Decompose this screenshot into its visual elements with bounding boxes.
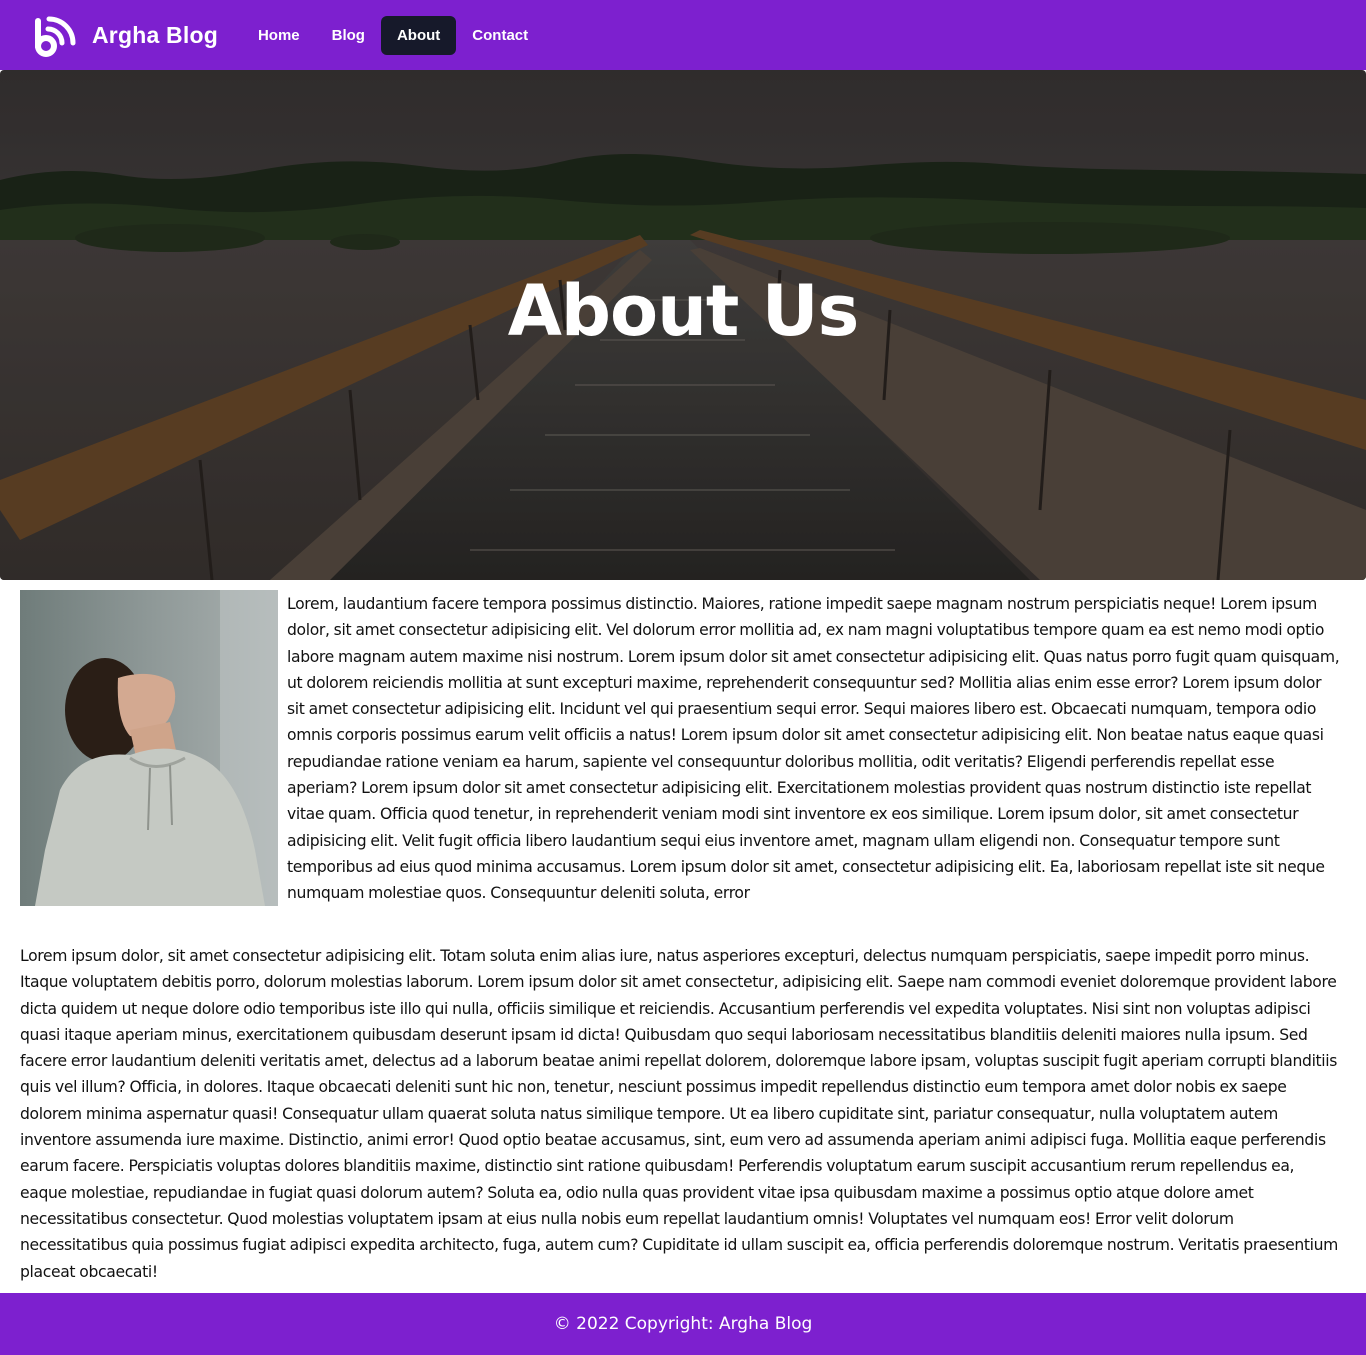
- about-paragraph-2: Lorem ipsum dolor, sit amet consectetur …: [20, 947, 1339, 1281]
- nav-link-contact[interactable]: Contact: [456, 16, 544, 55]
- footer: © 2022 Copyright: Argha Blog: [0, 1293, 1366, 1355]
- nav-link-home[interactable]: Home: [242, 16, 316, 55]
- portrait-image: [20, 590, 278, 906]
- blog-logo-icon: [35, 16, 76, 57]
- about-content: Lorem, laudantium facere tempora possimu…: [20, 590, 1340, 1285]
- brand-name: Argha Blog: [92, 21, 218, 48]
- hero-banner: About Us: [0, 70, 1366, 580]
- copyright-text: © 2022 Copyright: Argha Blog: [553, 1314, 813, 1334]
- nav-link-blog[interactable]: Blog: [316, 16, 381, 55]
- top-navbar: Argha Blog Home Blog About Contact: [0, 0, 1366, 70]
- brand[interactable]: Argha Blog: [32, 13, 218, 57]
- nav-links: Home Blog About Contact: [242, 15, 544, 55]
- page-title: About Us: [507, 270, 860, 352]
- nav-link-about[interactable]: About: [380, 15, 457, 55]
